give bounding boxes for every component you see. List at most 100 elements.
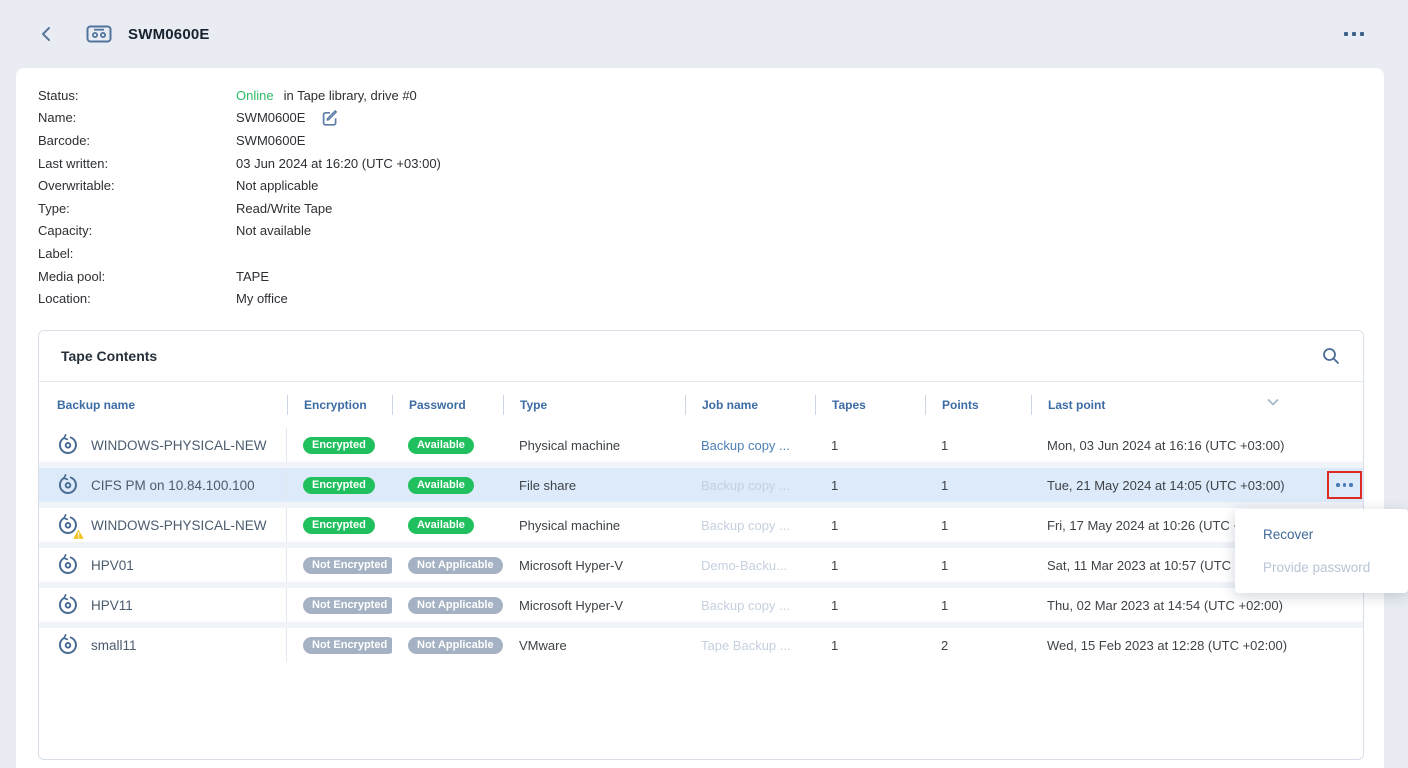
tapes-count: 1	[815, 598, 925, 613]
search-button[interactable]	[1321, 346, 1341, 366]
column-header-type[interactable]: Type	[503, 395, 685, 415]
last-point-date: Tue, 21 May 2024 at 14:05 (UTC +03:00)	[1031, 478, 1327, 493]
points-count: 2	[925, 638, 1031, 653]
points-count: 1	[925, 598, 1031, 613]
password-badge: Available	[408, 477, 474, 494]
backup-icon	[57, 514, 79, 536]
detail-value: My office	[236, 291, 288, 306]
backup-name[interactable]: CIFS PM on 10.84.100.100	[91, 478, 255, 493]
encryption-badge: Encrypted	[303, 477, 375, 494]
sort-chevron-down-icon	[1267, 398, 1279, 406]
detail-row: Type: Read/Write Tape	[38, 197, 1384, 220]
column-header-tapes[interactable]: Tapes	[815, 395, 925, 415]
points-count: 1	[925, 558, 1031, 573]
backup-name[interactable]: HPV01	[91, 558, 134, 573]
tapes-count: 1	[815, 518, 925, 533]
job-name-link[interactable]: Backup copy ...	[685, 438, 815, 453]
backup-icon	[57, 434, 79, 456]
points-count: 1	[925, 478, 1031, 493]
job-name-link[interactable]: Backup copy ...	[685, 518, 815, 533]
back-button[interactable]	[34, 22, 58, 46]
backup-type: Physical machine	[503, 438, 685, 453]
backup-name[interactable]: HPV11	[91, 598, 133, 613]
points-count: 1	[925, 518, 1031, 533]
detail-value: 03 Jun 2024 at 16:20 (UTC +03:00)	[236, 156, 441, 171]
table-rows: WINDOWS-PHYSICAL-NEW Encrypted Available…	[39, 428, 1363, 662]
table-row[interactable]: CIFS PM on 10.84.100.100 Encrypted Avail…	[39, 468, 1363, 502]
job-name-link[interactable]: Backup copy ...	[685, 598, 815, 613]
detail-value: Read/Write Tape	[236, 201, 332, 216]
menu-item-recover[interactable]: Recover	[1235, 518, 1408, 551]
tapes-count: 1	[815, 558, 925, 573]
table-row[interactable]: HPV01 Not Encrypted.. Not Applicable. Mi…	[39, 548, 1363, 582]
menu-item-provide-password[interactable]: Provide password	[1235, 551, 1408, 584]
last-point-date: Wed, 15 Feb 2023 at 12:28 (UTC +02:00)	[1031, 638, 1327, 653]
table-row[interactable]: small11 Not Encrypted.. Not Applicable. …	[39, 628, 1363, 662]
detail-value: TAPE	[236, 269, 269, 284]
detail-value: Not available	[236, 223, 311, 238]
table-row[interactable]: WINDOWS-PHYSICAL-NEW Encrypted Available…	[39, 428, 1363, 462]
detail-value: SWM0600E	[236, 110, 305, 125]
row-actions-button[interactable]	[1327, 471, 1362, 499]
password-badge: Not Applicable	[408, 597, 503, 614]
detail-value: SWM0600E	[236, 133, 305, 148]
password-badge: Not Applicable	[408, 557, 503, 574]
detail-value-extra: in Tape library, drive #0	[284, 88, 417, 103]
detail-label: Overwritable:	[38, 178, 236, 193]
edit-name-button[interactable]	[321, 109, 339, 127]
column-header-backup-name[interactable]: Backup name	[39, 395, 287, 415]
column-header-last-point[interactable]: Last point	[1031, 395, 1327, 415]
tapes-count: 1	[815, 438, 925, 453]
encryption-badge: Not Encrypted	[303, 637, 392, 654]
column-header-points[interactable]: Points	[925, 395, 1031, 415]
password-badge: Not Applicable	[408, 637, 503, 654]
table-row[interactable]: WINDOWS-PHYSICAL-NEW Encrypted Available…	[39, 508, 1363, 542]
tapes-count: 1	[815, 478, 925, 493]
chevron-left-icon	[39, 26, 53, 42]
detail-row: Location: My office	[38, 287, 1384, 310]
detail-row: Label:	[38, 242, 1384, 265]
backup-name[interactable]: WINDOWS-PHYSICAL-NEW	[91, 518, 267, 533]
search-icon	[1321, 346, 1341, 366]
tapes-count: 1	[815, 638, 925, 653]
detail-row: Media pool: TAPE	[38, 265, 1384, 288]
backup-name[interactable]: WINDOWS-PHYSICAL-NEW	[91, 438, 267, 453]
more-actions-button[interactable]	[1338, 26, 1370, 42]
encryption-badge: Not Encrypted	[303, 557, 392, 574]
backup-type: Physical machine	[503, 518, 685, 533]
column-header-encryption[interactable]: Encryption	[287, 395, 392, 415]
job-name-link[interactable]: Tape Backup ...	[685, 638, 815, 653]
detail-row: Last written: 03 Jun 2024 at 16:20 (UTC …	[38, 152, 1384, 175]
detail-row: Name: SWM0600E	[38, 107, 1384, 130]
backup-icon	[57, 474, 79, 496]
tape-contents-panel: Tape Contents Backup name Encryption Pas…	[38, 330, 1364, 760]
detail-value: Online	[236, 88, 274, 103]
encryption-badge: Encrypted	[303, 437, 375, 454]
detail-label: Media pool:	[38, 269, 236, 284]
job-name-link[interactable]: Demo-Backu...	[685, 558, 815, 573]
tape-contents-title: Tape Contents	[61, 348, 157, 364]
detail-row: Barcode: SWM0600E	[38, 129, 1384, 152]
table-row[interactable]: HPV11 Not Encrypted.. Not Applicable. Mi…	[39, 588, 1363, 622]
column-header-job-name[interactable]: Job name	[685, 395, 815, 415]
row-context-menu: Recover Provide password	[1235, 509, 1408, 593]
password-badge: Available	[408, 437, 474, 454]
points-count: 1	[925, 438, 1031, 453]
backup-type: Microsoft Hyper-V	[503, 598, 685, 613]
main-panel: Status: Online in Tape library, drive #0…	[16, 68, 1384, 768]
backup-type: File share	[503, 478, 685, 493]
warning-icon	[72, 528, 85, 540]
backup-icon	[57, 634, 79, 656]
column-header-password[interactable]: Password	[392, 395, 503, 415]
backup-name[interactable]: small11	[91, 638, 137, 653]
tape-details: Status: Online in Tape library, drive #0…	[16, 68, 1384, 310]
tape-cassette-icon	[86, 24, 112, 44]
encryption-badge: Not Encrypted	[303, 597, 392, 614]
last-point-date: Thu, 02 Mar 2023 at 14:54 (UTC +02:00)	[1031, 598, 1327, 613]
table-header: Backup name Encryption Password Type Job…	[39, 382, 1363, 428]
detail-label: Location:	[38, 291, 236, 306]
detail-label: Last written:	[38, 156, 236, 171]
detail-row: Capacity: Not available	[38, 220, 1384, 243]
job-name-link[interactable]: Backup copy ...	[685, 478, 815, 493]
detail-label: Type:	[38, 201, 236, 216]
